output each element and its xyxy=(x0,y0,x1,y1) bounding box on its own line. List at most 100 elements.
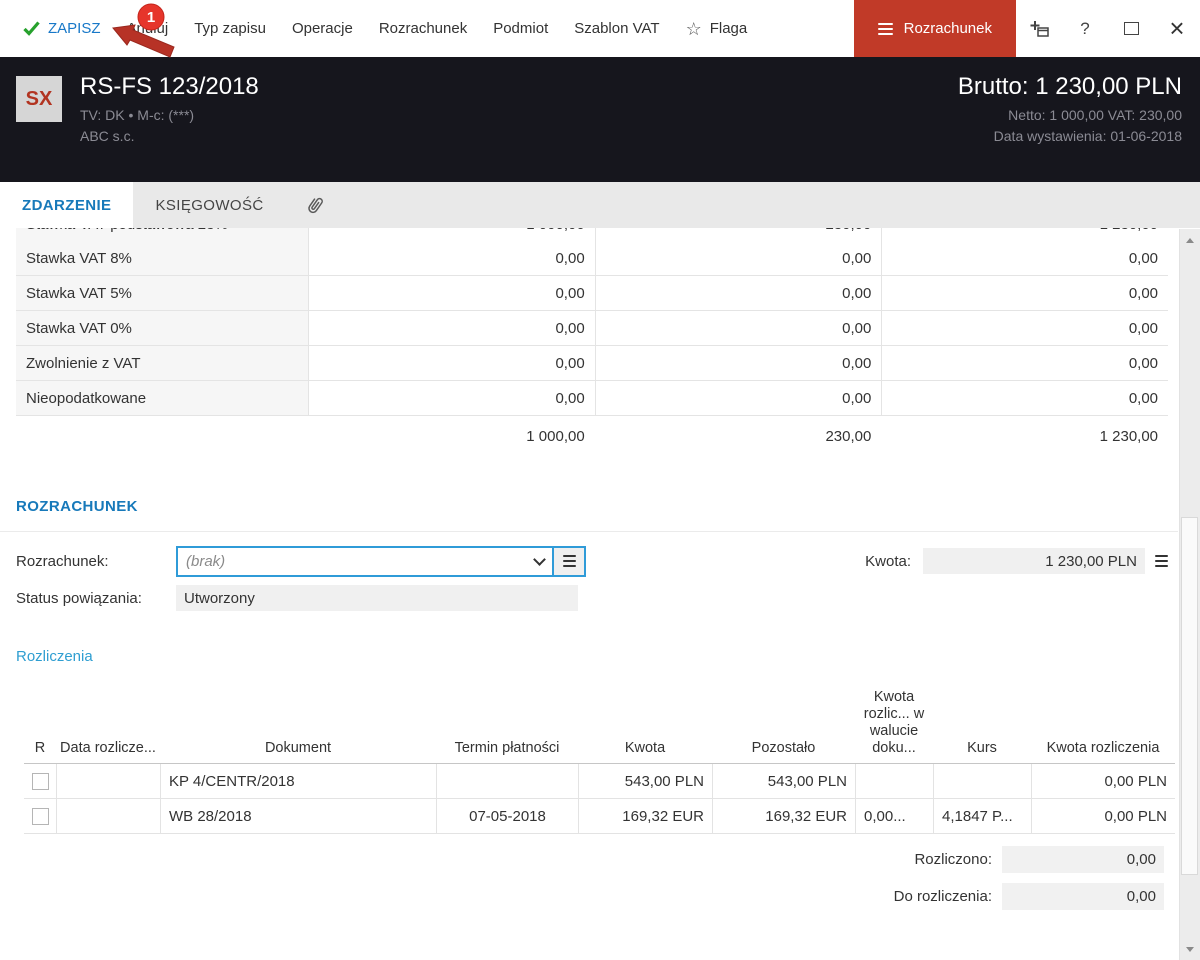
vat-cell: 0,00 xyxy=(308,381,595,415)
table-row[interactable]: KP 4/CENTR/2018 543,00 PLN 543,00 PLN 0,… xyxy=(24,764,1175,799)
menu-typ-zapisu[interactable]: Typ zapisu xyxy=(181,0,279,57)
chevron-down-icon[interactable] xyxy=(526,552,552,566)
flag-label: Flaga xyxy=(709,20,748,37)
col-header-kwota: Kwota xyxy=(624,740,666,756)
row-select-checkbox[interactable] xyxy=(31,807,49,825)
vat-row: Stawka VAT 0% 0,00 0,00 0,00 xyxy=(16,311,1168,346)
cell-kwota-walucie xyxy=(855,764,933,798)
col-header-data-rozliczenia: Data rozlicze... xyxy=(60,740,156,756)
cell-kwota-rozliczenia: 0,00 PLN xyxy=(1031,799,1175,833)
vat-cell: 0,00 xyxy=(594,276,882,310)
vat-row-label: Stawka VAT podstawowa 23% xyxy=(16,228,308,241)
vat-row-label: Nieopodatkowane xyxy=(16,381,308,415)
vat-row-partial: Stawka VAT podstawowa 23% 1 000,00 230,0… xyxy=(16,228,1168,241)
primary-button-label: Rozrachunek xyxy=(903,20,992,37)
star-icon: ☆ xyxy=(685,18,702,39)
vat-row-label: Stawka VAT 5% xyxy=(16,276,308,310)
cell-kwota-rozliczenia: 0,00 PLN xyxy=(1031,764,1175,798)
app-window: { "icons": {"star": "☆", "help": "?", "c… xyxy=(0,0,1200,960)
cell-pozostalo: 543,00 PLN xyxy=(712,764,855,798)
scrollbar-thumb[interactable] xyxy=(1181,517,1198,875)
status-label: Status powiązania: xyxy=(16,589,142,607)
cell-kwota: 169,32 EUR xyxy=(578,799,712,833)
flag-button[interactable]: ☆ Flaga xyxy=(673,0,761,57)
cell-dokument: WB 28/2018 xyxy=(160,799,436,833)
section-title-rozrachunek: ROZRACHUNEK xyxy=(16,498,138,515)
hamburger-icon xyxy=(562,555,576,567)
rozliczono-field: 0,00 xyxy=(1002,846,1164,873)
rozrachunek-value: (brak) xyxy=(186,552,226,570)
tab-zdarzenie[interactable]: ZDARZENIE xyxy=(0,182,134,228)
vat-total-vat: 230,00 xyxy=(825,427,872,445)
cell-kwota-walucie: 0,00... xyxy=(855,799,933,833)
vat-cell: 1 000,00 xyxy=(308,228,595,241)
vat-cell: 0,00 xyxy=(308,346,595,380)
check-icon xyxy=(23,21,40,36)
save-label: ZAPISZ xyxy=(48,20,101,37)
maximize-button[interactable] xyxy=(1108,0,1154,57)
vat-cell: 0,00 xyxy=(594,311,882,345)
close-button[interactable]: × xyxy=(1154,0,1200,57)
vat-cell: 0,00 xyxy=(881,241,1168,275)
scroll-down-arrow[interactable] xyxy=(1180,941,1200,957)
vertical-scrollbar[interactable] xyxy=(1179,229,1200,960)
col-header-kwota-rozliczenia: Kwota rozliczenia xyxy=(1046,740,1160,756)
vat-cell: 0,00 xyxy=(881,381,1168,415)
menu-operacje[interactable]: Operacje xyxy=(279,0,366,57)
amount-summary: Brutto: 1 230,00 PLN Netto: 1 000,00 VAT… xyxy=(958,72,1182,182)
cancel-button[interactable]: Anuluj xyxy=(114,0,182,57)
col-header-termin: Termin płatności xyxy=(454,740,560,756)
vat-cell: 0,00 xyxy=(594,381,882,415)
menu-szablon-vat[interactable]: Szablon VAT xyxy=(561,0,672,57)
maximize-icon xyxy=(1123,22,1139,35)
vat-cell: 0,00 xyxy=(881,346,1168,380)
company-name: ABC s.c. xyxy=(80,128,135,144)
vat-table: Stawka VAT podstawowa 23% 1 000,00 230,0… xyxy=(16,228,1168,456)
vat-row-label: Stawka VAT 8% xyxy=(16,241,308,275)
menu-podmiot[interactable]: Podmiot xyxy=(480,0,561,57)
vat-totals-row: 1 000,00 230,00 1 230,00 xyxy=(16,416,1168,456)
vat-row: Stawka VAT 8% 0,00 0,00 0,00 xyxy=(16,241,1168,276)
row-select-checkbox[interactable] xyxy=(31,772,49,790)
save-button[interactable]: ZAPISZ xyxy=(10,0,114,57)
paperclip-icon xyxy=(307,197,323,213)
vat-row: Nieopodatkowane 0,00 0,00 0,00 xyxy=(16,381,1168,416)
vat-cell: 0,00 xyxy=(308,241,595,275)
vat-cell: 0,00 xyxy=(594,346,882,380)
cell-kwota: 543,00 PLN xyxy=(578,764,712,798)
col-header-kurs: Kurs xyxy=(967,740,997,756)
rozrachunek-label: Rozrachunek: xyxy=(16,552,109,570)
rozrachunek-primary-button[interactable]: Rozrachunek xyxy=(853,0,1016,57)
document-title: RS-FS 123/2018 xyxy=(80,73,259,100)
menu-rozrachunek[interactable]: Rozrachunek xyxy=(366,0,480,57)
rozliczenia-link[interactable]: Rozliczenia xyxy=(16,648,1200,665)
document-header: SX RS-FS 123/2018 TV: DK • M-c: (***) AB… xyxy=(0,57,1200,182)
rozrachunek-menu-button[interactable] xyxy=(552,547,584,575)
table-row[interactable]: WB 28/2018 07-05-2018 169,32 EUR 169,32 … xyxy=(24,799,1175,834)
kwota-menu-button[interactable] xyxy=(1155,555,1168,567)
help-button[interactable]: ? xyxy=(1062,0,1108,57)
scroll-up-arrow[interactable] xyxy=(1180,232,1200,248)
tab-content: Stawka VAT podstawowa 23% 1 000,00 230,0… xyxy=(0,228,1200,910)
avatar: SX xyxy=(16,76,62,122)
tab-ksiegowosc[interactable]: KSIĘGOWOŚĆ xyxy=(133,182,285,228)
netto-vat-amount: Netto: 1 000,00 VAT: 230,00 xyxy=(1008,107,1182,123)
cell-data-rozliczenia xyxy=(56,764,160,798)
cell-data-rozliczenia xyxy=(56,799,160,833)
settlements-table: R Data rozlicze... Dokument Termin płatn… xyxy=(24,689,1175,834)
add-window-icon xyxy=(1030,21,1049,37)
attachment-button[interactable] xyxy=(286,182,344,228)
tab-bar: ZDARZENIE KSIĘGOWOŚĆ xyxy=(0,182,1200,228)
hamburger-icon xyxy=(877,22,893,35)
vat-total-brutto: 1 230,00 xyxy=(1099,427,1159,445)
add-window-button[interactable] xyxy=(1016,0,1062,57)
vat-cell: 0,00 xyxy=(881,276,1168,310)
kwota-field[interactable]: 1 230,00 PLN xyxy=(923,548,1145,574)
rozrachunek-combobox[interactable]: (brak) xyxy=(176,545,586,577)
vat-cell: 230,00 xyxy=(594,228,882,241)
do-rozliczenia-label: Do rozliczenia: xyxy=(893,888,992,905)
rozliczono-label: Rozliczono: xyxy=(914,851,992,868)
toolbar: ZAPISZ Anuluj Typ zapisu Operacje Rozrac… xyxy=(0,0,1200,57)
vat-cell: 0,00 xyxy=(881,311,1168,345)
col-header-dokument: Dokument xyxy=(264,740,332,756)
